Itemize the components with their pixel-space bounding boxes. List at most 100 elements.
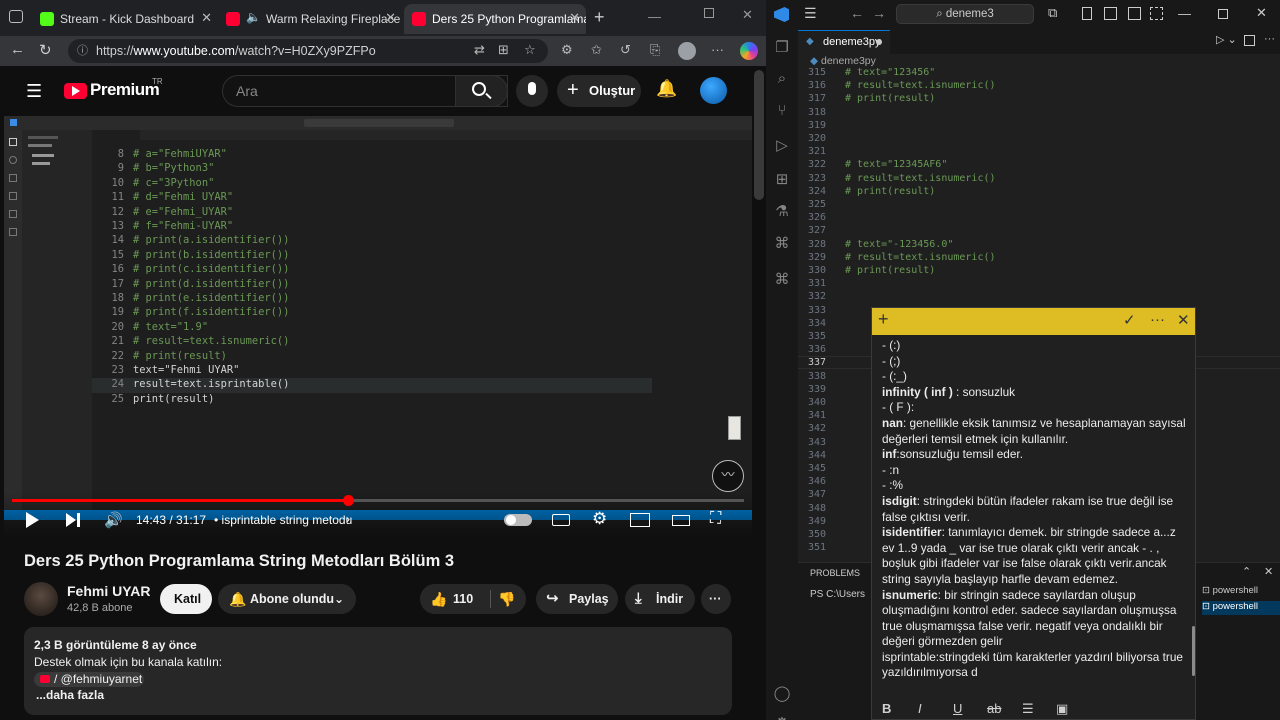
apps-icon[interactable]: ⊞ [498,42,509,58]
strikethrough-icon[interactable]: ab [987,701,1001,716]
tab-kick-dashboard[interactable]: Stream - Kick Dashboard ✕ [32,4,218,34]
tab-problems[interactable]: PROBLEMS [810,568,860,578]
more-menu-icon[interactable]: ··· [711,42,724,57]
description-box[interactable]: 2,3 B görüntüleme 8 ay önce Destek olmak… [24,627,732,715]
reload-icon[interactable]: ↻ [39,41,52,59]
subscribed-button[interactable]: 🔔 Abone olundu ⌄ [218,584,356,614]
download-button[interactable]: ⤓ İndir [625,584,695,614]
maximize-icon[interactable] [704,8,714,18]
extension-icon[interactable]: ⚙ [561,42,573,58]
favorite-star-icon[interactable]: ☆ [524,42,536,58]
sticky-note[interactable]: + ✓ ··· ✕ - (:) - (;) - (:_) infinity ( inf… [871,307,1196,720]
sticky-note-header[interactable]: + ✓ ··· ✕ [872,308,1195,335]
more-actions-icon[interactable]: ··· [1264,33,1275,45]
maximize-icon[interactable] [1218,9,1228,19]
toggle-sidebar-icon[interactable] [1082,7,1092,20]
minimize-icon[interactable]: — [648,9,661,24]
new-tab-icon[interactable]: + [594,7,605,28]
progress-scrubber[interactable] [342,495,354,506]
video-player[interactable]: 8 # a="FehmiUYAR" 9 # b="Python3" 10 # c="3Py… [4,116,752,540]
tab-deneme3py[interactable]: ◆ deneme3py [798,30,890,54]
create-button[interactable]: + Oluştur [557,75,641,107]
screenshot-icon[interactable]: ⎘ [650,42,660,58]
share-button[interactable]: ↪ Paylaş [536,584,618,614]
new-note-plus-icon[interactable]: + [878,309,889,330]
site-info-icon[interactable]: ⓘ [77,39,88,63]
underline-icon[interactable]: U [953,701,962,716]
terminal-prompt[interactable]: PS C:\Users [810,589,865,600]
breadcrumb[interactable]: ◆ deneme3py [810,55,876,67]
subtitles-icon[interactable] [552,514,570,526]
search-button[interactable] [455,75,508,107]
checkmark-icon[interactable]: ✓ [1123,311,1136,329]
explorer-icon[interactable]: ❐ [773,38,791,56]
close-tab-icon[interactable]: ✕ [569,10,580,26]
note-text[interactable]: - (:) - (;) - (:_) infinity ( inf ) : sonsu… [882,338,1187,688]
menu-dots-icon[interactable]: ··· [1150,311,1165,328]
manage-gear-icon[interactable]: ⚙ [773,714,791,720]
toggle-panel-icon[interactable] [1104,7,1117,20]
terminal-list-item[interactable]: ⊡ powershell [1202,585,1280,599]
next-video-icon[interactable] [66,513,76,527]
forward-icon[interactable]: → [872,5,886,21]
italic-icon[interactable]: I [918,701,922,716]
customize-layout-icon[interactable] [1150,7,1163,20]
account-avatar[interactable] [700,77,727,104]
bullet-list-icon[interactable]: ☰ [1022,701,1034,717]
note-scrollbar[interactable] [1192,626,1195,676]
copilot-icon[interactable]: ⧉ [1048,5,1057,21]
image-icon[interactable]: ▣ [1056,701,1068,717]
split-editor-icon[interactable] [1244,35,1255,46]
testing-icon[interactable]: ⚗ [773,202,791,220]
command-center-search[interactable]: ⌕ deneme3 [896,4,1034,24]
close-panel-icon[interactable]: ✕ [1264,565,1273,578]
bold-icon[interactable]: B [882,701,891,716]
close-window-icon[interactable]: ✕ [1256,5,1267,21]
menu-icon[interactable]: ☰ [26,81,42,102]
run-debug-icon[interactable]: ▷ [773,136,791,154]
autoplay-toggle[interactable] [504,514,532,526]
run-file-icon[interactable]: ▷ ⌄ [1216,33,1237,46]
tab-ders-25[interactable]: Ders 25 Python Programlama ✕ [404,4,586,34]
more-actions-button[interactable]: ··· [701,584,731,614]
play-icon[interactable] [26,512,39,528]
close-note-icon[interactable]: ✕ [1177,311,1190,329]
tab-actions-icon[interactable] [9,10,23,23]
volume-icon[interactable]: 🔊 [104,511,123,529]
close-tab-icon[interactable]: ✕ [201,10,212,26]
close-window-icon[interactable]: ✕ [742,7,753,23]
settings-gear-icon[interactable]: ⚙ [592,509,607,529]
youtube-logo-icon[interactable] [64,83,87,99]
favorites-icon[interactable]: ✩ [591,42,602,58]
join-button[interactable]: Katıl [160,584,212,614]
ambient-wave-icon[interactable]: 〰 [712,460,744,492]
terminal-list-item[interactable]: ⊡ powershell [1202,601,1280,615]
youtube-premium-logo[interactable]: Premium [90,80,160,100]
profile-avatar[interactable] [678,42,696,60]
search-icon[interactable]: ⌕ [773,70,791,88]
miniplayer-icon[interactable] [630,513,650,527]
progress-bar[interactable] [12,495,744,506]
python-env-icon[interactable]: ⌘ [773,270,791,288]
extensions-icon[interactable]: ⊞ [773,170,791,188]
account-icon[interactable]: ◯ [773,684,791,702]
thumbs-down-icon[interactable]: 👎 [498,584,515,614]
maximize-panel-icon[interactable]: ⌃ [1242,565,1251,578]
python-icon[interactable]: ⌘ [773,234,791,252]
translate-icon[interactable]: ⇄ [474,42,485,58]
show-more-link[interactable]: ...daha fazla [36,688,104,702]
history-icon[interactable]: ↺ [620,42,631,58]
fullscreen-icon[interactable]: ⛶ [710,510,721,528]
unsaved-dot-icon[interactable] [876,39,882,45]
channel-avatar[interactable] [24,582,58,616]
toggle-secondary-sidebar-icon[interactable] [1128,7,1141,20]
minimize-icon[interactable]: — [1178,6,1191,21]
like-button[interactable]: 👍 110 👎 [420,584,526,614]
speaker-icon[interactable]: 🔈 [246,10,261,24]
back-icon[interactable]: ← [10,41,25,58]
voice-search-button[interactable] [516,75,548,107]
theater-mode-icon[interactable] [672,515,690,526]
back-icon[interactable]: ← [850,5,864,21]
chapter-chevron-icon[interactable]: › [346,512,350,526]
page-scrollbar[interactable] [754,70,764,200]
